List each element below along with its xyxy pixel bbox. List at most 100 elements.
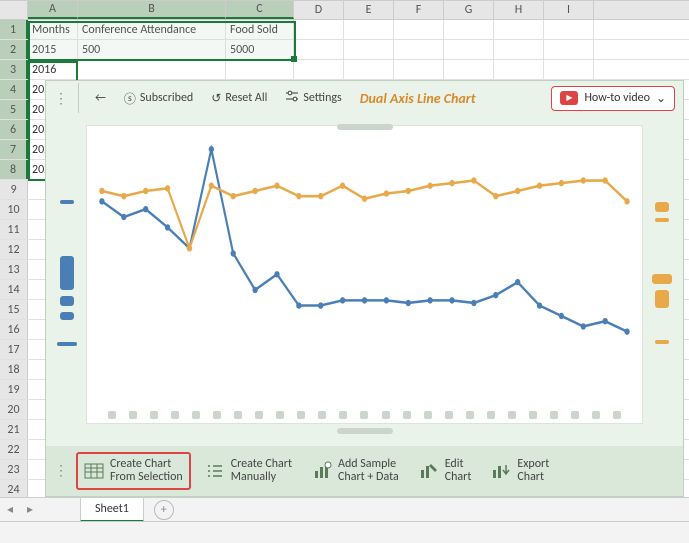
export-chart-button[interactable]: ExportChart [485, 454, 555, 488]
how-to-video-button[interactable]: ▶ How-to video ⌄ [551, 86, 675, 111]
export-icon [491, 461, 511, 481]
add-sheet-button[interactable]: + [154, 500, 174, 520]
list-icon [205, 461, 225, 481]
subscribed-button[interactable]: ⓢ Subscribed [118, 86, 199, 111]
row-3[interactable]: 3 [0, 60, 28, 79]
cell[interactable] [494, 40, 544, 59]
cell[interactable]: 2015 [28, 40, 78, 59]
cell[interactable]: 500 [78, 40, 226, 59]
row-23[interactable]: 23 [0, 460, 28, 479]
row-14[interactable]: 14 [0, 280, 28, 299]
select-all-corner[interactable] [0, 1, 28, 19]
row-11[interactable]: 11 [0, 220, 28, 239]
row-10[interactable]: 10 [0, 200, 28, 219]
chart-preview[interactable] [86, 125, 643, 424]
cell[interactable] [394, 60, 444, 79]
next-sheet-button[interactable]: ▸ [20, 502, 40, 517]
cell[interactable] [544, 20, 594, 39]
row-8[interactable]: 8 [0, 160, 28, 179]
label-line1: Create Chart [110, 458, 183, 471]
cell[interactable]: 5000 [226, 40, 294, 59]
row-5[interactable]: 5 [0, 100, 28, 119]
create-manually-button[interactable]: Create ChartManually [199, 454, 298, 488]
label-line2: Chart + Data [338, 471, 399, 484]
resize-handle-bottom[interactable] [337, 428, 393, 434]
label-line2: Chart [517, 471, 549, 484]
cell[interactable] [344, 60, 394, 79]
cell[interactable] [226, 60, 294, 79]
sheet-tab-bar: ◂ ▸ Sheet1 + [0, 497, 689, 521]
cell[interactable]: Months [28, 20, 78, 39]
row-15[interactable]: 15 [0, 300, 28, 319]
dollar-icon: ⓢ [124, 90, 136, 107]
col-F[interactable]: F [394, 1, 444, 19]
grid-chart-icon [84, 461, 104, 481]
cell[interactable] [494, 20, 544, 39]
action-bar: ⋮ Create ChartFrom Selection Create Char… [46, 446, 683, 496]
cell[interactable] [294, 40, 344, 59]
row-21[interactable]: 21 [0, 420, 28, 439]
row-2[interactable]: 2 [0, 40, 28, 59]
cell[interactable] [444, 60, 494, 79]
howto-label: How-to video [584, 91, 649, 105]
drag-handle-icon[interactable]: ⋮ [54, 90, 68, 107]
row-17[interactable]: 17 [0, 340, 28, 359]
edit-chart-icon [419, 461, 439, 481]
row-1[interactable]: 1 [0, 20, 28, 39]
row-20[interactable]: 20 [0, 400, 28, 419]
cell[interactable] [344, 40, 394, 59]
col-A[interactable]: A [28, 1, 78, 19]
reset-all-button[interactable]: ↺ Reset All [205, 87, 273, 110]
add-sample-button[interactable]: Add SampleChart + Data [306, 454, 405, 488]
cell[interactable]: Food Sold [226, 20, 294, 39]
create-from-selection-button[interactable]: Create ChartFrom Selection [76, 452, 191, 490]
row-12[interactable]: 12 [0, 240, 28, 259]
row-13[interactable]: 13 [0, 260, 28, 279]
refresh-icon: ↺ [211, 91, 221, 106]
cell[interactable] [294, 60, 344, 79]
row-22[interactable]: 22 [0, 440, 28, 459]
col-C[interactable]: C [226, 1, 294, 19]
status-bar [0, 521, 689, 543]
cell[interactable] [294, 20, 344, 39]
cell[interactable]: 2016 [28, 60, 78, 79]
row-9[interactable]: 9 [0, 180, 28, 199]
col-D[interactable]: D [294, 1, 344, 19]
resize-handle-top[interactable] [337, 124, 393, 130]
cell[interactable] [78, 60, 226, 79]
row-19[interactable]: 19 [0, 380, 28, 399]
back-button[interactable]: ← [89, 87, 112, 109]
row-16[interactable]: 16 [0, 320, 28, 339]
label-line2: Chart [445, 471, 472, 484]
cell[interactable] [544, 60, 594, 79]
cell[interactable] [394, 40, 444, 59]
edit-chart-button[interactable]: EditChart [413, 454, 478, 488]
cell[interactable] [544, 40, 594, 59]
label-line1: Export [517, 458, 549, 471]
sheet-tab[interactable]: Sheet1 [80, 498, 144, 522]
reset-label: Reset All [225, 91, 267, 105]
cell[interactable] [344, 20, 394, 39]
drag-handle-icon[interactable]: ⋮ [54, 462, 68, 479]
row-7[interactable]: 7 [0, 140, 28, 159]
cell[interactable] [444, 20, 494, 39]
cell[interactable] [494, 60, 544, 79]
col-I[interactable]: I [544, 1, 594, 19]
label-line1: Edit [445, 458, 472, 471]
row-18[interactable]: 18 [0, 360, 28, 379]
col-G[interactable]: G [444, 1, 494, 19]
settings-label: Settings [303, 91, 341, 105]
cell[interactable] [444, 40, 494, 59]
row-4[interactable]: 4 [0, 80, 28, 99]
cell[interactable]: Conference Attendance [78, 20, 226, 39]
label-line1: Create Chart [231, 458, 292, 471]
row-6[interactable]: 6 [0, 120, 28, 139]
cell[interactable] [394, 20, 444, 39]
settings-button[interactable]: Settings [279, 85, 347, 111]
col-B[interactable]: B [78, 1, 226, 19]
label-line2: From Selection [110, 471, 183, 484]
col-H[interactable]: H [494, 1, 544, 19]
label-line2: Manually [231, 471, 292, 484]
prev-sheet-button[interactable]: ◂ [0, 502, 20, 517]
col-E[interactable]: E [344, 1, 394, 19]
